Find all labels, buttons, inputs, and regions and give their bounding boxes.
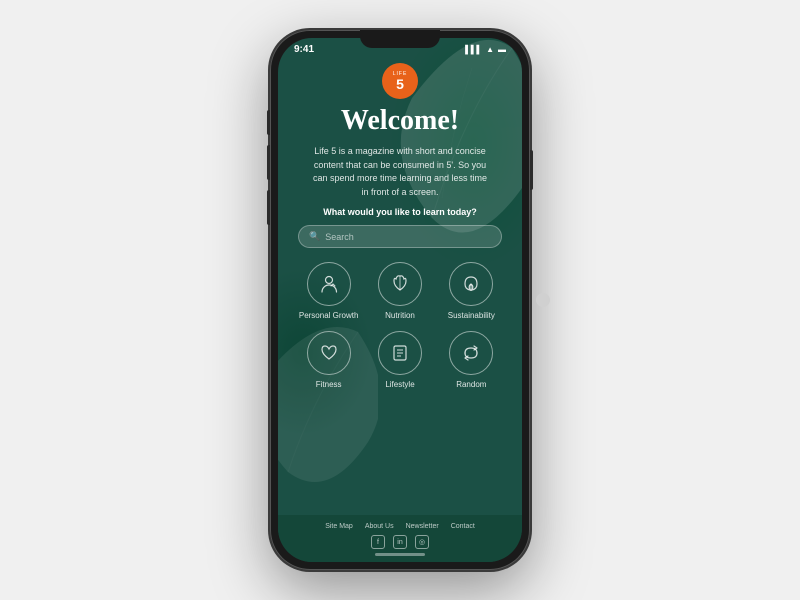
nutrition-label: Nutrition [385, 311, 415, 321]
category-random[interactable]: Random [441, 331, 502, 390]
status-icons: ▌▌▌ ▲ ▬ [465, 45, 506, 54]
side-button-left-2 [267, 145, 270, 180]
status-time: 9:41 [294, 44, 314, 55]
lifestyle-icon [378, 331, 422, 375]
instagram-icon[interactable]: ◎ [415, 535, 429, 549]
welcome-description: Life 5 is a magazine with short and conc… [310, 145, 490, 199]
personal-growth-label: Personal Growth [299, 311, 359, 321]
search-icon: 🔍 [309, 231, 320, 242]
welcome-title: Welcome! [341, 105, 459, 137]
footer-links: Site Map About Us Newsletter Contact [288, 523, 512, 530]
search-placeholder-text: Search [325, 232, 354, 242]
app-logo: LIFE 5 [382, 63, 418, 99]
side-button-right [530, 150, 533, 190]
scroll-indicator [536, 293, 550, 307]
search-box[interactable]: 🔍 Search [298, 225, 502, 248]
footer-newsletter[interactable]: Newsletter [406, 523, 439, 530]
footer: Site Map About Us Newsletter Contact f i… [278, 515, 522, 562]
sustainability-label: Sustainability [448, 311, 495, 321]
category-personal-growth[interactable]: Personal Growth [298, 262, 359, 321]
category-sustainability[interactable]: Sustainability [441, 262, 502, 321]
footer-sitemap[interactable]: Site Map [325, 523, 353, 530]
side-button-left-3 [267, 190, 270, 225]
sustainability-icon [449, 262, 493, 306]
category-nutrition[interactable]: Nutrition [369, 262, 430, 321]
fitness-icon [307, 331, 351, 375]
footer-about[interactable]: About Us [365, 523, 394, 530]
category-grid: Personal Growth Nutrition [298, 262, 502, 391]
facebook-icon[interactable]: f [371, 535, 385, 549]
main-content: LIFE 5 Welcome! Life 5 is a magazine wit… [278, 57, 522, 515]
personal-growth-icon [307, 262, 351, 306]
phone-notch [360, 30, 440, 48]
linkedin-icon[interactable]: in [393, 535, 407, 549]
lifestyle-label: Lifestyle [385, 380, 414, 390]
signal-icon: ▌▌▌ [465, 45, 482, 54]
home-indicator [375, 553, 425, 556]
category-fitness[interactable]: Fitness [298, 331, 359, 390]
learn-question: What would you like to learn today? [323, 207, 477, 217]
wifi-icon: ▲ [486, 45, 494, 54]
fitness-label: Fitness [316, 380, 342, 390]
nutrition-icon [378, 262, 422, 306]
random-icon [449, 331, 493, 375]
logo-number: 5 [396, 77, 404, 91]
footer-contact[interactable]: Contact [451, 523, 475, 530]
footer-social: f in ◎ [288, 535, 512, 549]
random-label: Random [456, 380, 486, 390]
side-button-left-1 [267, 110, 270, 135]
category-lifestyle[interactable]: Lifestyle [369, 331, 430, 390]
phone-frame: 9:41 ▌▌▌ ▲ ▬ LIFE 5 Welcome! Life 5 is a… [270, 30, 530, 570]
phone-screen: 9:41 ▌▌▌ ▲ ▬ LIFE 5 Welcome! Life 5 is a… [278, 38, 522, 562]
logo-inner: LIFE 5 [393, 71, 408, 91]
battery-icon: ▬ [498, 45, 506, 54]
